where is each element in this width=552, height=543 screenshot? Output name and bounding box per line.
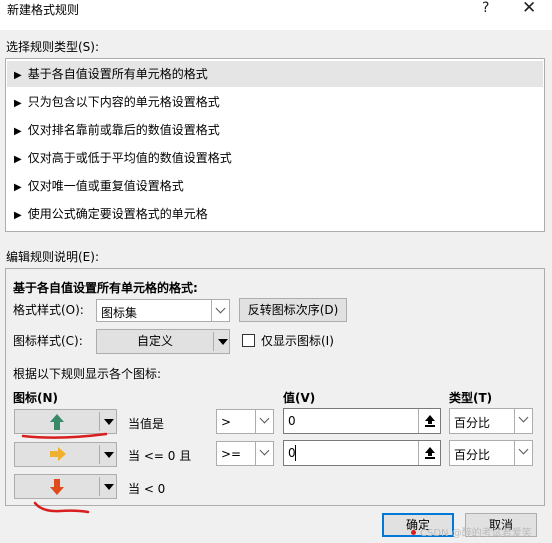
collapse-dialog-icon — [425, 447, 435, 459]
operator-value-row-1: > — [221, 415, 232, 429]
format-style-label: 格式样式(O): — [13, 303, 84, 317]
red-annotation-underline-1 — [21, 432, 108, 439]
icon-style-label: 图标样式(C): — [13, 334, 83, 348]
rule-item-above-below-average[interactable]: ▶ 仅对高于或低于平均值的数值设置格式 — [7, 145, 543, 171]
triangle-icon: ▶ — [14, 126, 22, 137]
value-input-row-2[interactable]: 0 — [283, 440, 441, 466]
dropdown-arrow-icon — [104, 452, 114, 458]
triangle-icon: ▶ — [14, 98, 22, 109]
icon-picker-row-3[interactable] — [14, 474, 117, 499]
yellow-right-arrow-icon — [50, 447, 66, 461]
show-icon-only-label: 仅显示图标(I) — [261, 334, 334, 348]
rule-item-top-bottom[interactable]: ▶ 仅对排名靠前或靠后的数值设置格式 — [7, 117, 543, 143]
collapse-dialog-icon — [425, 415, 435, 427]
rule-item-contains[interactable]: ▶ 只为包含以下内容的单元格设置格式 — [7, 89, 543, 115]
dropdown-separator — [99, 445, 100, 464]
dropdown-arrow-icon — [104, 419, 114, 425]
type-column-header: 类型(T) — [449, 391, 493, 405]
triangle-icon: ▶ — [14, 182, 22, 193]
show-icon-only-checkbox[interactable] — [242, 334, 255, 347]
title-bar: 新建格式规则 ? ✕ — [0, 0, 552, 30]
rule-item-label: 只为包含以下内容的单元格设置格式 — [27, 95, 220, 109]
icon-column-header: 图标(N) — [13, 391, 59, 405]
condition-label-row-1: 当值是 — [128, 417, 165, 431]
type-value-row-2: 百分比 — [454, 448, 491, 462]
icon-style-dropdown[interactable]: 自定义 — [96, 329, 230, 354]
text-cursor — [295, 445, 296, 461]
value-column-header: 值(V) — [283, 391, 316, 405]
type-select-row-2[interactable]: 百分比 — [449, 440, 533, 466]
triangle-icon: ▶ — [14, 154, 22, 165]
operator-select-row-1[interactable]: > — [216, 409, 274, 434]
window-title: 新建格式规则 — [7, 3, 80, 17]
value-input-row-1[interactable]: 0 — [283, 408, 441, 434]
triangle-icon: ▶ — [14, 70, 22, 81]
rule-description-panel: 基于各自值设置所有单元格的格式: 格式样式(O): 图标集 反转图标次序(D) … — [5, 268, 545, 506]
rule-item-unique-duplicate[interactable]: ▶ 仅对唯一值或重复值设置格式 — [7, 173, 543, 199]
icon-style-value: 自定义 — [136, 334, 173, 348]
red-annotation-underline-2 — [33, 501, 90, 514]
type-select-row-1[interactable]: 百分比 — [449, 408, 533, 434]
chevron-down-icon — [211, 300, 229, 321]
dropdown-arrow-icon — [104, 484, 114, 490]
rule-description-label: 编辑规则说明(E): — [6, 250, 99, 264]
triangle-icon: ▶ — [14, 210, 22, 221]
rule-type-list[interactable]: ▶ 基于各自值设置所有单元格的格式 ▶ 只为包含以下内容的单元格设置格式 ▶ 仅对排名… — [5, 58, 545, 232]
condition-label-row-2: 当 <= 0 且 — [128, 449, 192, 463]
rule-item-formula[interactable]: ▶ 使用公式确定要设置格式的单元格 — [7, 201, 543, 227]
operator-value-row-2: >= — [221, 447, 242, 461]
rule-item-label: 使用公式确定要设置格式的单元格 — [27, 207, 208, 221]
red-annotation-dot — [411, 530, 416, 535]
description-heading: 基于各自值设置所有单元格的格式: — [13, 281, 198, 295]
chevron-down-icon — [255, 442, 273, 465]
help-button[interactable]: ? — [482, 0, 489, 16]
red-down-arrow-icon — [50, 479, 64, 495]
condition-label-row-3: 当 < 0 — [128, 482, 166, 496]
reverse-icon-order-button[interactable]: 反转图标次序(D) — [239, 298, 347, 322]
operator-select-row-2[interactable]: >= — [216, 441, 274, 466]
dropdown-separator — [213, 332, 214, 351]
icon-rules-caption: 根据以下规则显示各个图标: — [13, 367, 162, 381]
dropdown-separator — [99, 477, 100, 496]
chevron-down-icon — [514, 409, 532, 433]
format-style-value: 图标集 — [101, 306, 138, 320]
rule-item-label: 基于各自值设置所有单元格的格式 — [27, 67, 208, 81]
rule-item-each-value[interactable]: ▶ 基于各自值设置所有单元格的格式 — [7, 61, 543, 87]
rule-item-label: 仅对排名靠前或靠后的数值设置格式 — [27, 123, 220, 137]
dropdown-arrow-icon — [218, 339, 228, 345]
rule-item-label: 仅对唯一值或重复值设置格式 — [27, 179, 184, 193]
range-picker-button[interactable] — [418, 441, 440, 465]
close-button[interactable]: ✕ — [522, 0, 536, 18]
chevron-down-icon — [514, 441, 532, 465]
chevron-down-icon — [255, 410, 273, 433]
rule-type-label: 选择规则类型(S): — [6, 40, 100, 54]
range-picker-button[interactable] — [418, 409, 440, 433]
rule-item-label: 仅对高于或低于平均值的数值设置格式 — [27, 151, 232, 165]
watermark: CSDN @醉的考试君爱笑 — [420, 528, 532, 539]
value-text-row-1: 0 — [288, 414, 296, 428]
icon-picker-row-2[interactable] — [14, 442, 117, 467]
format-style-select[interactable]: 图标集 — [96, 299, 230, 322]
type-value-row-1: 百分比 — [454, 416, 491, 430]
